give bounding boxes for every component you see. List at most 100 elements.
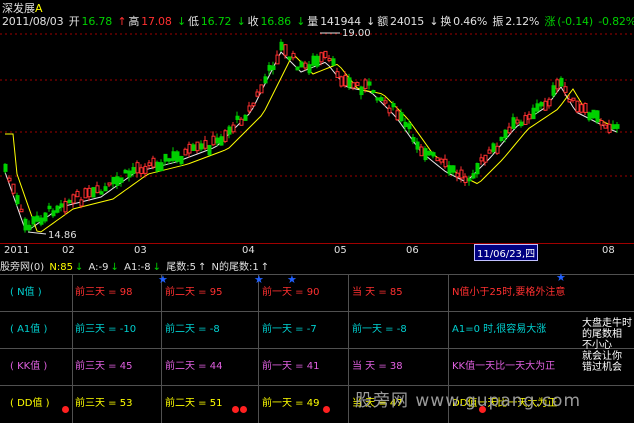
candle: [523, 115, 528, 125]
red-dot-icon: [232, 406, 239, 413]
candle: [15, 195, 20, 205]
high-mark: 19.00: [342, 28, 371, 39]
candle: [231, 124, 236, 133]
candle: [519, 121, 524, 127]
candle: [571, 97, 576, 101]
candle: [183, 148, 188, 156]
candle: [39, 217, 44, 225]
ma-line: [5, 53, 618, 233]
candle: [543, 100, 548, 111]
candle: [55, 205, 60, 213]
low-mark-line: [27, 231, 47, 235]
candle: [79, 199, 84, 207]
side-note-line: 的尾数相: [582, 329, 622, 340]
row-divider: [0, 311, 634, 312]
candle: [199, 143, 204, 150]
high-value: 17.08: [141, 15, 172, 28]
candle: [11, 183, 16, 194]
candle: [35, 215, 40, 222]
candle: [339, 76, 344, 87]
watermark: 股旁网 www.gupang.com: [355, 391, 582, 411]
candle: [591, 109, 596, 119]
date-tick: 05: [334, 245, 347, 256]
indicator-tail: 尾数:5: [166, 262, 196, 273]
indicator-name[interactable]: 股旁网(0): [0, 262, 44, 273]
candle: [243, 114, 248, 121]
row-label-n: ( N值 ): [10, 287, 42, 298]
quote-date: 2011/08/03: [2, 15, 64, 28]
kline-chart[interactable]: 19.00 14.86: [0, 28, 634, 258]
col-divider: [258, 274, 259, 423]
date-tick: 04: [242, 245, 255, 256]
indicator-line: 股旁网(0) N:85 ↓ A:-9 ↓ A1:-8 ↓ 尾数:5 ↑ N的尾数:1 ↑: [0, 258, 634, 274]
candle: [439, 158, 444, 163]
candle: [247, 105, 252, 112]
candle: [179, 156, 184, 165]
cell-a1-0: 前一天 = -8: [352, 324, 407, 335]
candle: [351, 82, 356, 89]
candle: [99, 191, 104, 195]
change-value: (-0.14): [557, 15, 593, 28]
candle: [207, 144, 212, 156]
candle: [463, 176, 468, 183]
close-label: 收: [247, 15, 259, 28]
arrow-up-icon: ↑: [260, 262, 270, 273]
candle: [131, 167, 136, 174]
star-icon: ★: [254, 273, 264, 286]
candle: [583, 103, 588, 113]
candle: [295, 66, 300, 71]
candle: [175, 151, 180, 162]
cell-a1-2: 前二天 = -8: [165, 324, 220, 335]
candle: [391, 103, 396, 108]
red-dot-icon: [323, 406, 330, 413]
candle: [227, 126, 232, 135]
candle: [291, 52, 296, 59]
candle: [387, 107, 392, 114]
candle: [151, 157, 156, 168]
note-kk: KK值一天比一天大为正: [452, 361, 556, 372]
candle: [107, 182, 112, 186]
date-tick: 2011: [4, 245, 30, 256]
candle: [159, 162, 164, 172]
cell-kk-3: 前三天 = 45: [75, 361, 133, 372]
arrow-up-icon: ↑: [197, 262, 207, 273]
turnover-arrow-icon: ↓: [429, 15, 439, 28]
cell-a1-1: 前一天 = -7: [262, 324, 317, 335]
low-value: 16.72: [200, 15, 232, 28]
candle: [359, 86, 364, 96]
candle: [163, 153, 168, 162]
candle: [555, 79, 560, 90]
row-label-a1: ( A1值 ): [10, 324, 48, 335]
candle: [287, 56, 292, 60]
cell-dd-3: 前三天 = 53: [75, 398, 133, 409]
cell-kk-0: 当 天 = 38: [352, 361, 403, 372]
candle: [315, 55, 320, 67]
row-divider: [0, 348, 634, 349]
candle: [467, 178, 472, 182]
candle: [443, 158, 448, 168]
candle: [215, 137, 220, 144]
arrow-down-icon: ↓: [110, 262, 119, 273]
candle: [335, 71, 340, 79]
candle: [123, 169, 128, 174]
indicator-n: N:85: [49, 262, 73, 273]
row-divider: [0, 274, 634, 275]
candle: [139, 167, 144, 174]
candle: [515, 119, 520, 124]
candle: [427, 151, 432, 156]
candle: [95, 185, 100, 194]
candle: [363, 79, 368, 89]
volume-arrow-icon: ↓: [296, 15, 306, 28]
candle: [459, 169, 464, 179]
candle: [595, 110, 600, 123]
cell-n-0: 当 天 = 85: [352, 287, 403, 298]
close-value: 16.86: [260, 15, 291, 28]
candle: [587, 112, 592, 121]
candle: [275, 54, 280, 65]
candle: [147, 162, 152, 166]
amount-arrow-icon: ↓: [366, 15, 376, 28]
candle: [547, 98, 552, 107]
candle: [63, 201, 68, 213]
cell-dd-1: 前一天 = 49: [262, 398, 320, 409]
candle: [327, 58, 332, 62]
